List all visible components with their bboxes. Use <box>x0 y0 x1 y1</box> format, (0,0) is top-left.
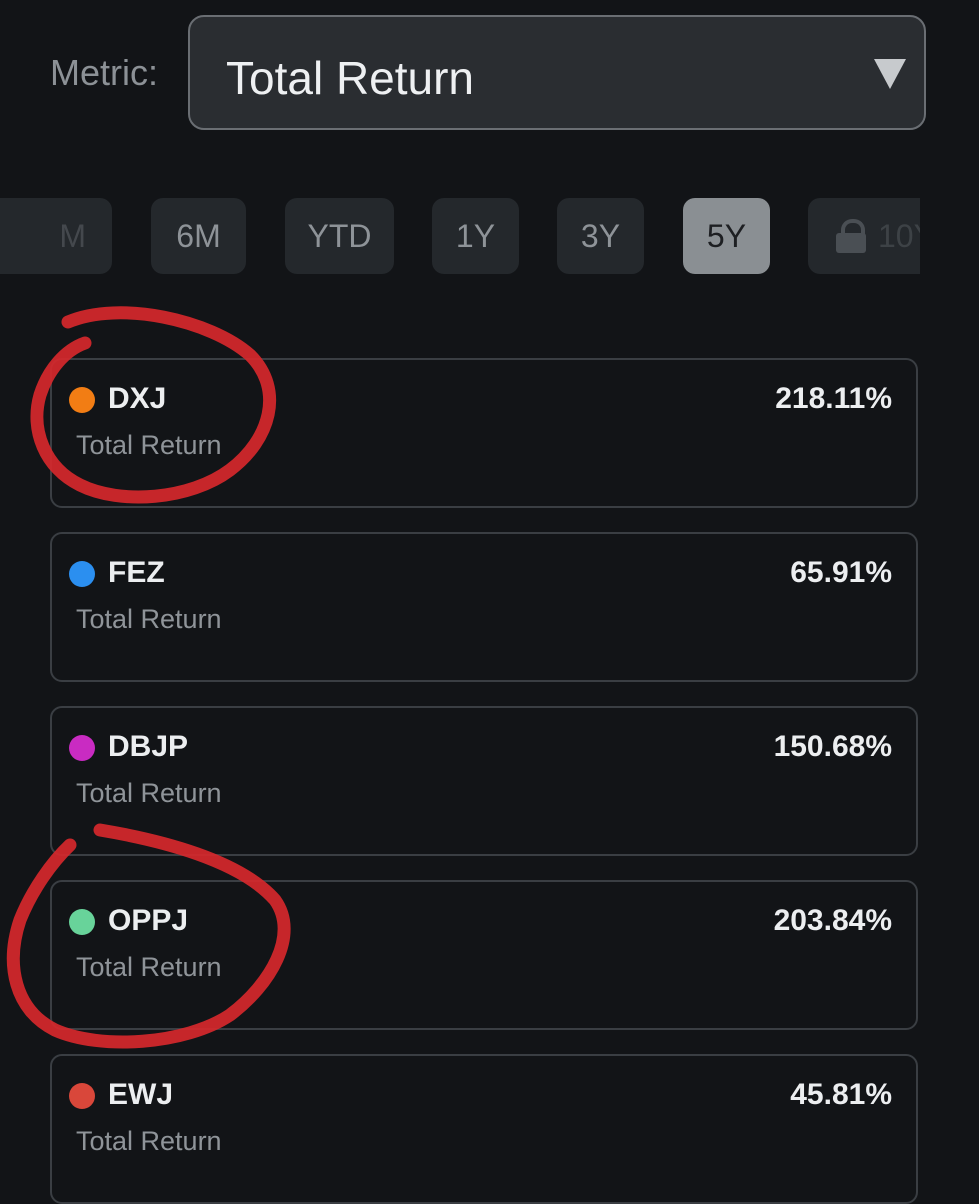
lock-icon <box>836 219 866 253</box>
range-chip-5y[interactable]: 5Y <box>683 198 770 274</box>
range-chip-1m[interactable]: M <box>0 198 112 274</box>
fund-ticker: OPPJ <box>108 904 189 937</box>
fund-metric-label: Total Return <box>76 430 222 460</box>
fund-ticker: FEZ <box>108 556 165 589</box>
metric-dropdown[interactable]: Total Return <box>188 15 926 130</box>
fund-ticker: DXJ <box>108 382 167 415</box>
chevron-down-icon <box>874 59 906 89</box>
range-chip-label: 3Y <box>580 217 621 254</box>
fund-value: 65.91% <box>790 556 892 589</box>
fund-metric-label: Total Return <box>76 778 222 808</box>
fund-value: 45.81% <box>790 1078 892 1111</box>
range-chip-label: 10Y <box>878 217 920 254</box>
range-chip-6m[interactable]: 6M <box>151 198 246 274</box>
range-chip-ytd[interactable]: YTD <box>285 198 394 274</box>
range-chip-label: 5Y <box>706 217 747 254</box>
series-color-dot <box>69 735 95 761</box>
metric-selected-value: Total Return <box>226 52 475 104</box>
fund-ticker: DBJP <box>108 730 189 763</box>
range-chip-label: M <box>59 217 86 254</box>
series-color-dot <box>69 561 95 587</box>
fund-card[interactable]: FEZ Total Return 65.91% <box>50 532 918 682</box>
fund-value: 218.11% <box>775 382 892 415</box>
series-color-dot <box>69 1083 95 1109</box>
series-color-dot <box>69 909 95 935</box>
range-chip-10y[interactable]: 10Y <box>808 198 920 274</box>
fund-metric-label: Total Return <box>76 952 222 982</box>
range-chip-3y[interactable]: 3Y <box>557 198 644 274</box>
range-chip-label: 6M <box>176 217 221 254</box>
range-chip-label: YTD <box>307 217 372 254</box>
metric-selector-row: Metric: Total Return <box>0 0 979 150</box>
fund-card[interactable]: OPPJ Total Return 203.84% <box>50 880 918 1030</box>
metric-label: Metric: <box>50 52 158 93</box>
series-color-dot <box>69 387 95 413</box>
range-chip-label: 1Y <box>455 217 496 254</box>
fund-value: 150.68% <box>773 730 892 763</box>
range-chip-1y[interactable]: 1Y <box>432 198 519 274</box>
fund-value: 203.84% <box>773 904 892 937</box>
fund-card[interactable]: EWJ Total Return 45.81% <box>50 1054 918 1204</box>
time-range-selector: M 6M YTD 1Y 3Y 5Y 10Y <box>0 198 920 276</box>
fund-ticker: EWJ <box>108 1078 174 1111</box>
fund-metric-label: Total Return <box>76 604 222 634</box>
fund-card[interactable]: DXJ Total Return 218.11% <box>50 358 918 508</box>
fund-card[interactable]: DBJP Total Return 150.68% <box>50 706 918 856</box>
fund-metric-label: Total Return <box>76 1126 222 1156</box>
